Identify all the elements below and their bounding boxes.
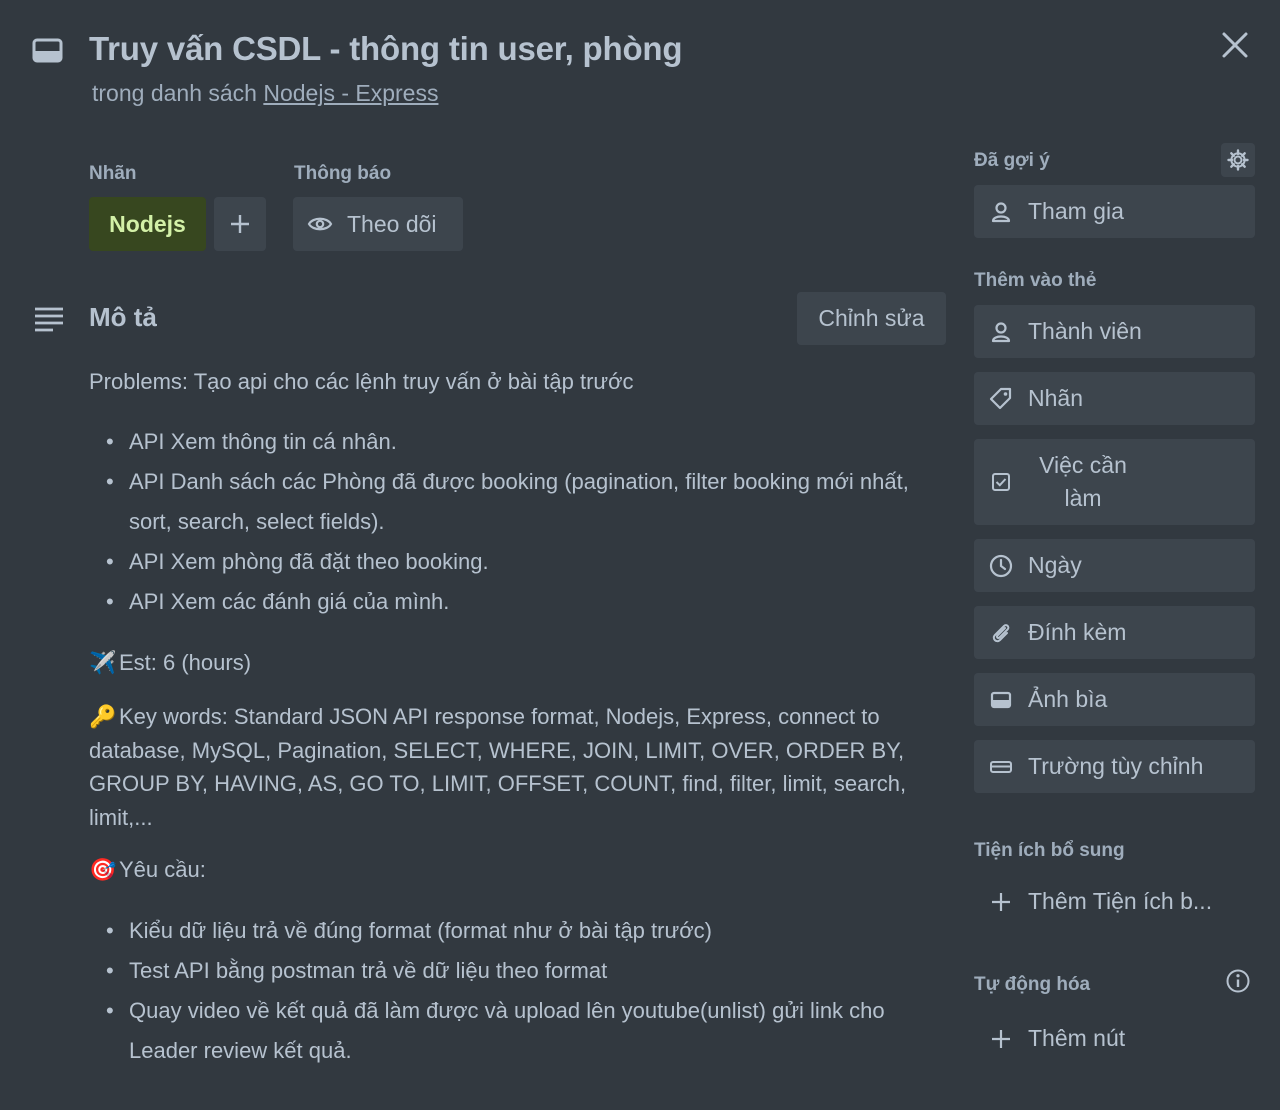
follow-button[interactable]: Theo dõi [293, 197, 463, 251]
problems-text: Problems: Tạo api cho các lệnh truy vấn … [89, 369, 634, 394]
add-to-card-heading: Thêm vào thẻ [974, 270, 1097, 291]
card-icon [32, 36, 64, 66]
labels-heading: Nhãn [89, 163, 137, 184]
keywords-text: Key words: Standard JSON API response fo… [89, 704, 907, 830]
automation-heading: Tự động hóa [974, 974, 1091, 995]
tag-icon [989, 387, 1012, 409]
labels-button[interactable]: Nhãn [974, 372, 1255, 425]
list-item: Quay video về kết quả đã làm được và upl… [89, 991, 949, 1071]
description-heading: Mô tả [89, 302, 157, 332]
requirements-line: 🎯 Yêu cầu: [89, 853, 949, 887]
custom-fields-label: Trường tùy chỉnh [1028, 753, 1204, 779]
paperclip-icon [992, 623, 1010, 642]
cover-label: Ảnh bìa [1028, 686, 1108, 712]
list-item: API Xem phòng đã đặt theo booking. [89, 542, 949, 582]
custom-fields-button[interactable]: Trường tùy chỉnh [974, 740, 1255, 793]
members-button[interactable]: Thành viên [974, 305, 1255, 358]
keywords-line: 🔑 Key words: Standard JSON API response f… [89, 700, 949, 834]
list-item: API Danh sách các Phòng đã được booking … [89, 462, 949, 542]
estimate-text: Est: 6 (hours) [119, 650, 252, 675]
members-label: Thành viên [1028, 318, 1142, 344]
checklist-button[interactable]: Việc cần làm [974, 439, 1255, 525]
cover-button[interactable]: Ảnh bìa [974, 673, 1255, 726]
checkbox-icon [992, 473, 1010, 491]
cover-icon [990, 691, 1012, 708]
target-icon: 🎯 [89, 857, 117, 882]
plus-icon [992, 892, 1010, 911]
description-icon [33, 306, 65, 332]
list-subtitle: trong danh sách Nodejs - Express [92, 80, 438, 107]
estimate-line: ✈️ Est: 6 (hours) [89, 646, 949, 680]
dates-label: Ngày [1028, 552, 1082, 578]
edit-description-button[interactable]: Chỉnh sửa [797, 292, 946, 345]
checklist-label: Việc cần làm [1039, 452, 1127, 511]
notifications-heading: Thông báo [294, 163, 392, 184]
add-powerup-button[interactable]: Thêm Tiện ích b... [974, 875, 1255, 928]
add-button-label: Thêm nút [1028, 1025, 1126, 1051]
label-chip[interactable]: Nodejs [89, 197, 206, 251]
list-item: Test API bằng postman trả về dữ liệu the… [89, 951, 949, 991]
clock-icon [989, 554, 1013, 577]
list-item: API Xem thông tin cá nhân. [89, 422, 949, 462]
info-icon[interactable] [1225, 968, 1251, 994]
join-label: Tham gia [1028, 198, 1124, 224]
add-label-button[interactable] [214, 197, 266, 251]
custom-field-icon [990, 760, 1012, 773]
labels-label: Nhãn [1028, 385, 1083, 411]
close-icon[interactable] [1218, 28, 1252, 62]
requirements-text: Yêu cầu: [119, 857, 206, 882]
dates-button[interactable]: Ngày [974, 539, 1255, 592]
add-powerup-label: Thêm Tiện ích b... [1028, 888, 1213, 914]
problem-list: API Xem thông tin cá nhân. API Danh sách… [89, 422, 949, 622]
add-button-button[interactable]: Thêm nút [974, 1012, 1255, 1065]
airplane-icon: ✈️ [89, 650, 117, 675]
list-item: API Xem các đánh giá của mình. [89, 582, 949, 622]
card-title[interactable]: Truy vấn CSDL - thông tin user, phòng [89, 30, 683, 68]
key-icon: 🔑 [89, 704, 117, 729]
join-button[interactable]: Tham gia [974, 185, 1255, 238]
attachment-button[interactable]: Đính kèm [974, 606, 1255, 659]
list-item: Kiểu dữ liệu trả về đúng format (format … [89, 911, 949, 951]
plus-icon [992, 1029, 1010, 1048]
subtitle-prefix: trong danh sách [92, 80, 264, 106]
eye-icon [307, 217, 333, 231]
gear-icon[interactable] [1221, 143, 1255, 177]
follow-label: Theo dõi [347, 210, 437, 237]
powerups-heading: Tiện ích bổ sung [974, 840, 1125, 861]
plus-icon [231, 215, 249, 233]
person-icon [991, 201, 1011, 222]
attachment-label: Đính kèm [1028, 619, 1127, 645]
suggested-heading: Đã gợi ý [974, 150, 1050, 171]
requirements-list: Kiểu dữ liệu trả về đúng format (format … [89, 911, 949, 1071]
list-link[interactable]: Nodejs - Express [263, 80, 438, 106]
person-icon [991, 321, 1011, 342]
